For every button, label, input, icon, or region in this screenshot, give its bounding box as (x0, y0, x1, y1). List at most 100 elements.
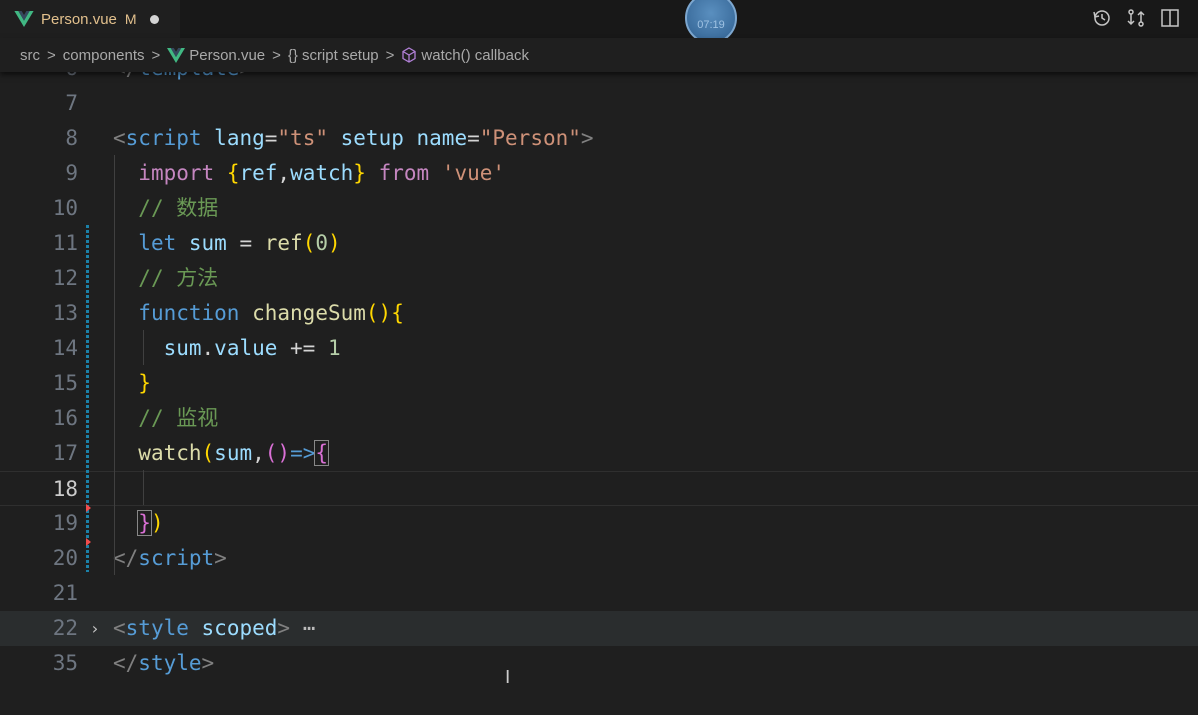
code-token: > (201, 651, 215, 675)
modified-lines-gutter-marker[interactable] (86, 225, 89, 572)
code-line[interactable]: 9 import {ref,watch} from 'vue' (0, 156, 1198, 191)
code-token: scoped (201, 616, 278, 640)
code-line[interactable]: 22 › <style scoped> ⋯ (0, 611, 1198, 646)
code-token: = (467, 126, 480, 150)
code-token: setup (340, 126, 404, 150)
tab-modified-badge: M (124, 11, 137, 27)
code-token: = (226, 231, 265, 255)
line-number: 16 (52, 406, 78, 430)
vue-file-icon (14, 11, 34, 27)
tab-bar: Person.vue M 07:19 (0, 0, 1198, 44)
code-token: "Person" (479, 126, 581, 150)
breadcrumb-separator: > (272, 46, 281, 64)
vue-file-icon (167, 47, 186, 63)
code-line[interactable]: 16 // 监视 (0, 401, 1198, 436)
code-token: () (264, 441, 291, 465)
line-number: 10 (52, 196, 78, 220)
code-text: <script lang="ts" setup name="Person"> (113, 121, 594, 156)
code-line[interactable]: 21 (0, 576, 1198, 611)
unsaved-dot-icon[interactable] (149, 14, 159, 24)
breadcrumb-separator: > (385, 46, 395, 64)
code-token: > (277, 616, 291, 640)
compare-changes-icon[interactable] (1126, 8, 1146, 28)
code-token: let (138, 231, 177, 255)
code-token: () (365, 301, 392, 325)
breadcrumb-item-watch-callback[interactable]: watch() callback (421, 47, 529, 64)
history-icon[interactable] (1092, 8, 1112, 28)
code-token: style (138, 651, 202, 675)
line-number: 18 (52, 477, 78, 501)
code-line[interactable]: 11 let sum = ref(0) (0, 226, 1198, 261)
line-number: 13 (52, 301, 78, 325)
breadcrumb-item-src[interactable]: src (20, 47, 40, 64)
tab-person-vue[interactable]: Person.vue M (0, 0, 180, 38)
code-line[interactable]: 15 } (0, 366, 1198, 401)
fold-chevron-icon[interactable]: › (90, 611, 100, 646)
code-token: } (353, 161, 366, 185)
split-editor-icon[interactable] (1160, 8, 1180, 28)
code-token: ref (239, 161, 278, 185)
code-token: function (138, 301, 240, 325)
line-number: 15 (52, 371, 78, 395)
code-line[interactable]: 12 // 方法 (0, 261, 1198, 296)
code-token: { (226, 161, 240, 185)
code-token: style (125, 616, 189, 640)
code-text: let sum = ref(0) (113, 226, 340, 261)
code-line[interactable]: 17 watch(sum,()=>{ (0, 436, 1198, 471)
breadcrumb-item-script-setup[interactable]: script setup (302, 47, 379, 64)
code-text: watch(sum,()=>{ (113, 436, 329, 471)
code-editor[interactable]: 6 </template> 7 8 <script lang="ts" setup na… (0, 68, 1198, 715)
code-token: from (378, 161, 430, 185)
code-line[interactable]: 7 (0, 86, 1198, 121)
code-token: => (290, 441, 316, 465)
code-token: lang (214, 126, 265, 150)
code-text: // 方法 (113, 261, 218, 296)
code-text: </script> (113, 541, 227, 576)
code-line[interactable]: 18 (0, 471, 1198, 506)
line-number: 12 (52, 266, 78, 290)
code-text: <style scoped> ⋯ (113, 611, 315, 646)
cube-icon (402, 47, 417, 63)
code-token: import (138, 161, 215, 185)
code-line[interactable]: 35 </style> (0, 646, 1198, 681)
braces-icon: {} (287, 46, 298, 64)
code-line[interactable]: 14 sum.value += 1 (0, 331, 1198, 366)
code-token: name (416, 126, 468, 150)
code-text: </style> (113, 646, 214, 681)
code-text: function changeSum(){ (113, 296, 404, 331)
code-line[interactable]: 10 // 数据 (0, 191, 1198, 226)
code-token: sum (214, 441, 253, 465)
indent-guide (114, 155, 115, 575)
breadcrumb-item-file[interactable]: Person.vue (189, 47, 265, 64)
code-token: ( (302, 231, 316, 255)
line-number: 22 (52, 616, 78, 640)
code-line[interactable]: 19 }) (0, 506, 1198, 541)
code-line[interactable]: 8 <script lang="ts" setup name="Person"> (0, 121, 1198, 156)
code-line[interactable]: 13 function changeSum(){ (0, 296, 1198, 331)
code-token: </ (113, 546, 139, 570)
deleted-line-marker[interactable] (86, 538, 91, 546)
code-line[interactable]: 20 </script> (0, 541, 1198, 576)
code-token: watch (290, 161, 354, 185)
mouse-ibeam-cursor: I (505, 667, 511, 688)
deleted-line-marker[interactable] (86, 504, 91, 512)
code-token: } (138, 371, 151, 395)
code-text: }) (113, 506, 164, 541)
code-token: . (201, 336, 215, 360)
code-token: </ (113, 651, 139, 675)
breadcrumb-item-components[interactable]: components (63, 47, 145, 64)
code-token: // 方法 (138, 266, 219, 290)
line-number: 20 (52, 546, 78, 570)
code-token: > (214, 546, 227, 570)
code-token: > (580, 126, 594, 150)
